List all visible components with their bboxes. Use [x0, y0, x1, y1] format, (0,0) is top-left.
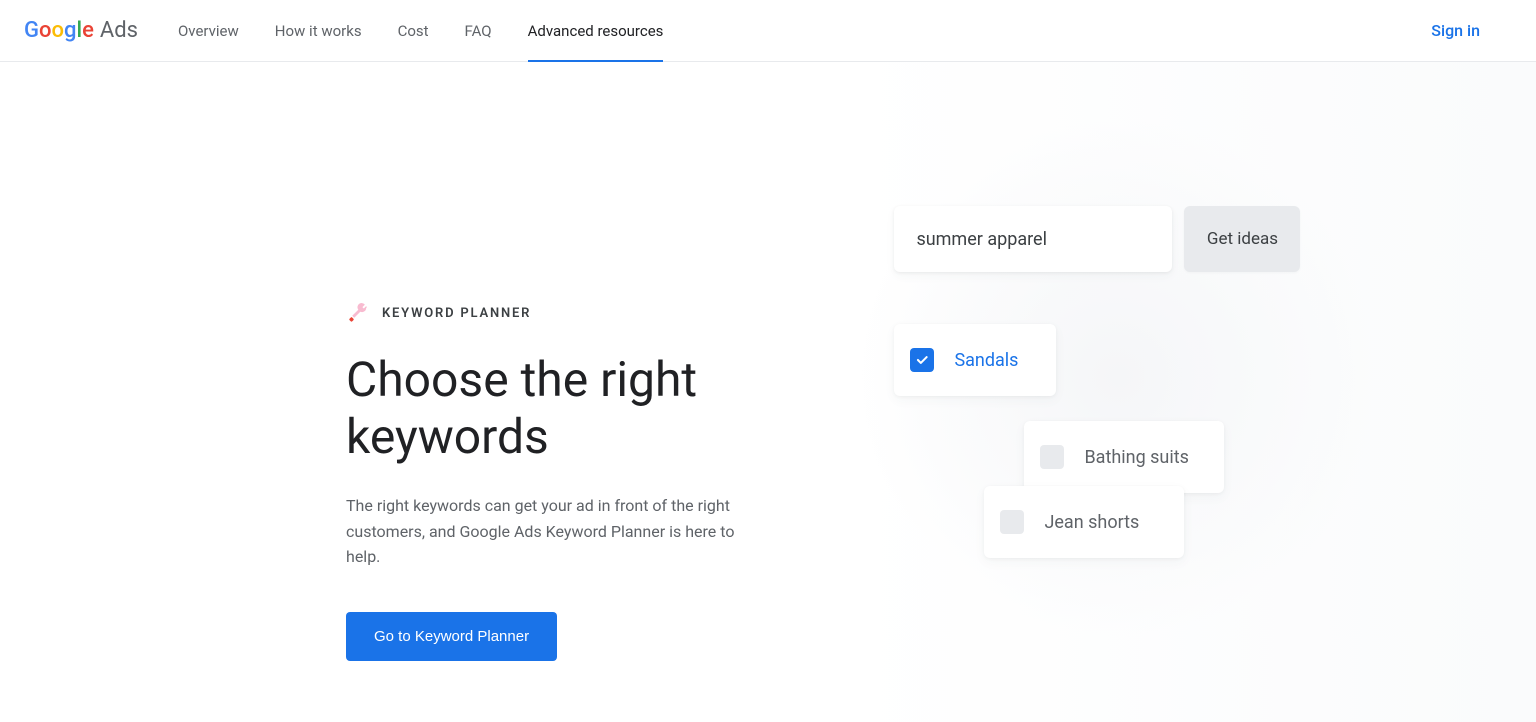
checkbox-checked-icon [910, 348, 934, 372]
illustration-chip-sandals: Sandals [894, 324, 1056, 396]
logo-suffix: Ads [100, 18, 138, 43]
illustration-chip-jean-shorts: Jean shorts [984, 486, 1184, 558]
primary-nav: Overview How it works Cost FAQ Advanced … [178, 0, 663, 61]
page-description: The right keywords can get your ad in fr… [346, 493, 746, 570]
illustration-get-ideas-button: Get ideas [1184, 206, 1300, 272]
hero-illustration: summer apparel Get ideas Sandals Bathing… [829, 62, 1536, 722]
nav-advanced-resources[interactable]: Advanced resources [528, 0, 664, 61]
eyebrow: KEYWORD PLANNER [346, 302, 829, 324]
nav-overview[interactable]: Overview [178, 0, 239, 61]
chip-label: Jean shorts [1044, 512, 1139, 533]
site-header: Google Ads Overview How it works Cost FA… [0, 0, 1536, 62]
nav-how-it-works[interactable]: How it works [275, 0, 362, 61]
chip-label: Bathing suits [1084, 447, 1188, 468]
eyebrow-label: KEYWORD PLANNER [382, 306, 531, 321]
checkbox-unchecked-icon [1040, 445, 1064, 469]
illustration-search-input: summer apparel [894, 206, 1172, 272]
checkbox-unchecked-icon [1000, 510, 1024, 534]
illustration-chip-bathing-suits: Bathing suits [1024, 421, 1224, 493]
illustration-search-row: summer apparel Get ideas [894, 206, 1300, 272]
chip-label: Sandals [954, 350, 1018, 371]
go-to-keyword-planner-button[interactable]: Go to Keyword Planner [346, 612, 557, 661]
google-ads-logo[interactable]: Google Ads [24, 18, 138, 43]
main-content: KEYWORD PLANNER Choose the right keyword… [0, 62, 1536, 722]
nav-faq[interactable]: FAQ [465, 0, 492, 61]
sign-in-link[interactable]: Sign in [1431, 21, 1512, 40]
hero-copy: KEYWORD PLANNER Choose the right keyword… [0, 62, 829, 722]
wrench-icon [346, 302, 368, 324]
nav-cost[interactable]: Cost [398, 0, 429, 61]
page-title: Choose the right keywords [346, 352, 766, 465]
